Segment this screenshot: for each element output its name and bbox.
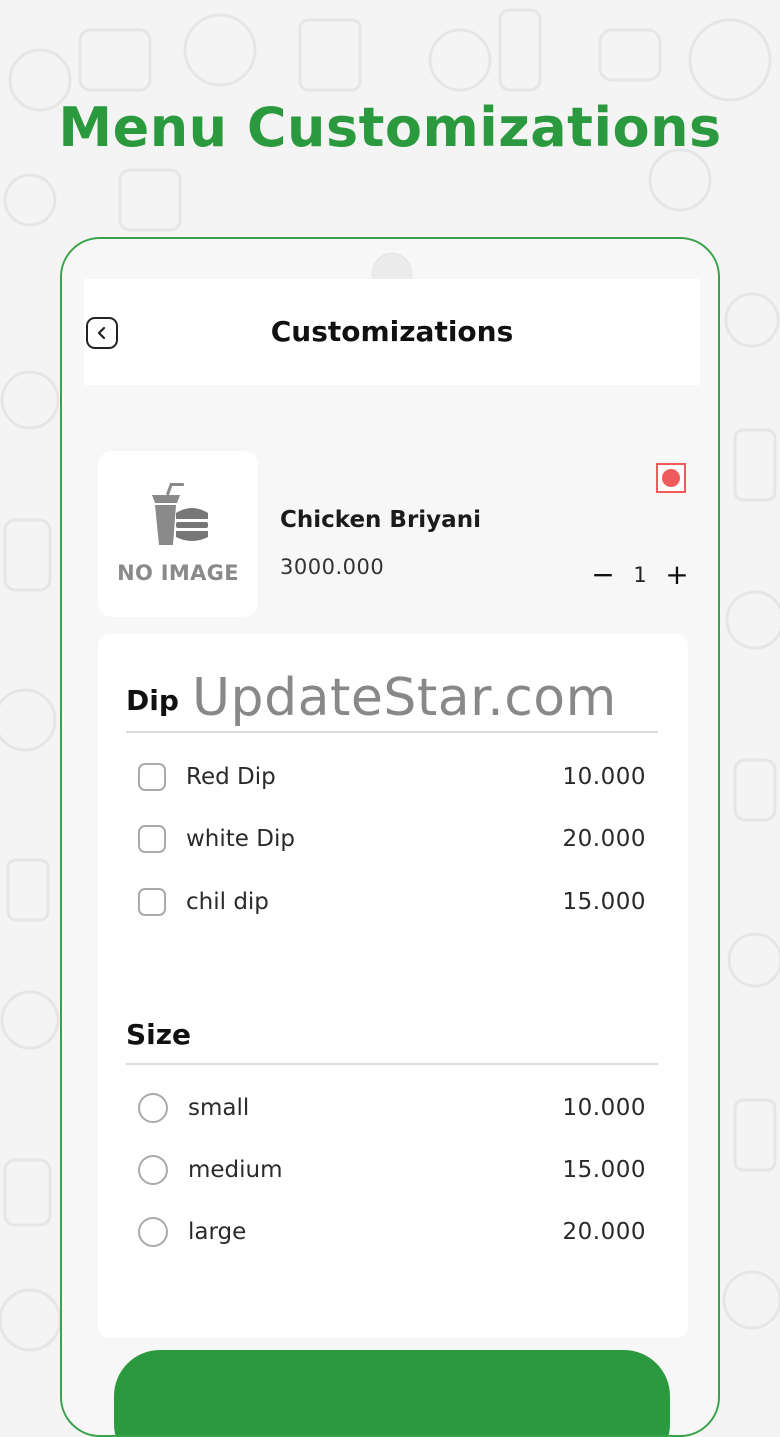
radio-button[interactable] <box>138 1093 168 1123</box>
option-price: 15.000 <box>562 889 646 915</box>
watermark-text: UpdateStar.com <box>192 668 617 728</box>
option-label: Red Dip <box>186 764 276 790</box>
quantity-value: 1 <box>633 563 647 587</box>
non-veg-indicator-icon <box>656 463 686 493</box>
group-title-size: Size <box>126 1018 192 1051</box>
option-row-dip[interactable]: white Dip 20.000 <box>138 819 646 859</box>
customization-options-card: Dip Red Dip 10.000 white Dip 20.000 chil… <box>98 634 688 1338</box>
page-headline: Menu Customizations <box>58 96 722 159</box>
group-title-dip: Dip <box>126 684 179 717</box>
option-row-size[interactable]: large 20.000 <box>138 1212 646 1252</box>
checkbox[interactable] <box>138 763 166 791</box>
product-name: Chicken Briyani <box>280 507 481 533</box>
increment-button[interactable]: + <box>664 561 690 589</box>
indicator-dot <box>662 469 680 487</box>
quantity-stepper: − 1 + <box>590 557 690 593</box>
option-label: small <box>188 1095 250 1121</box>
checkbox[interactable] <box>138 825 166 853</box>
option-row-size[interactable]: small 10.000 <box>138 1088 646 1128</box>
option-row-dip[interactable]: chil dip 15.000 <box>138 882 646 922</box>
option-price: 15.000 <box>562 1157 646 1183</box>
checkbox[interactable] <box>138 888 166 916</box>
option-price: 10.000 <box>562 1095 646 1121</box>
divider <box>126 731 658 733</box>
app-bar: Customizations <box>84 279 700 385</box>
option-label: large <box>188 1219 247 1245</box>
add-to-cart-button[interactable] <box>114 1350 670 1435</box>
decrement-button[interactable]: − <box>590 561 616 589</box>
food-drink-icon <box>152 483 208 545</box>
option-price: 10.000 <box>562 764 646 790</box>
no-image-label: NO IMAGE <box>117 561 239 585</box>
option-label: white Dip <box>186 826 295 852</box>
product-image-placeholder: NO IMAGE <box>98 451 258 617</box>
option-price: 20.000 <box>562 826 646 852</box>
radio-button[interactable] <box>138 1155 168 1185</box>
radio-button[interactable] <box>138 1217 168 1247</box>
option-label: medium <box>188 1157 283 1183</box>
product-price: 3000.000 <box>280 555 385 579</box>
option-price: 20.000 <box>562 1219 646 1245</box>
phone-frame: Customizations NO IMAGE Chicken Briyani … <box>60 237 720 1437</box>
option-row-dip[interactable]: Red Dip 10.000 <box>138 757 646 797</box>
divider <box>126 1063 658 1065</box>
option-row-size[interactable]: medium 15.000 <box>138 1150 646 1190</box>
screen-title: Customizations <box>270 315 514 348</box>
option-label: chil dip <box>186 889 269 915</box>
